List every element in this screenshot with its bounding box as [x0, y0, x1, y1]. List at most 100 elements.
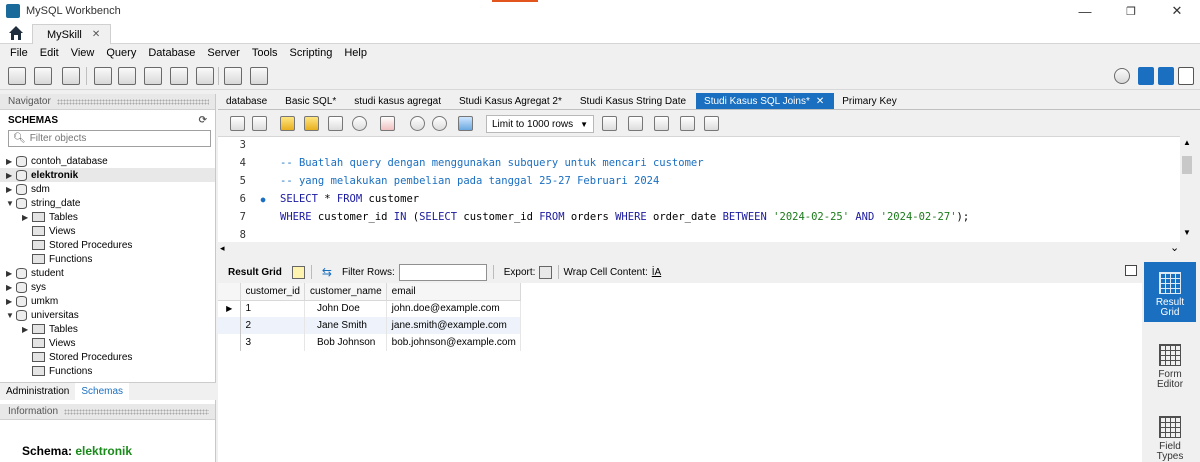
table-cell[interactable]: Bob Johnson — [304, 334, 387, 351]
rollback-icon[interactable] — [432, 116, 447, 131]
tab-schemas[interactable]: Schemas — [75, 383, 130, 400]
new-sql-tab-icon[interactable] — [8, 67, 26, 85]
close-icon[interactable]: ✕ — [92, 29, 100, 40]
invisible-characters-icon[interactable] — [680, 116, 695, 131]
row-selector[interactable]: ▶ — [218, 300, 241, 317]
schema-node[interactable]: ▶ sdm — [0, 182, 215, 196]
minimize-button[interactable]: — — [1062, 0, 1108, 22]
create-procedure-icon[interactable] — [170, 67, 188, 85]
create-table-icon[interactable] — [118, 67, 136, 85]
menu-view[interactable]: View — [65, 47, 101, 59]
editor-horizontal-scrollbar[interactable]: ◂ ⌄ — [218, 242, 1194, 256]
menu-scripting[interactable]: Scripting — [284, 47, 339, 59]
chevron-right-icon[interactable]: ▶ — [6, 157, 14, 166]
commit-icon[interactable] — [410, 116, 425, 131]
schema-folder-node[interactable]: Views — [0, 224, 215, 238]
schema-node[interactable]: ▼ universitas — [0, 308, 215, 322]
table-cell[interactable]: Jane Smith — [304, 317, 387, 334]
schema-node[interactable]: ▶ contoh_database — [0, 154, 215, 168]
table-cell[interactable]: 2 — [240, 317, 305, 334]
add-snippet-icon[interactable] — [602, 116, 617, 131]
chevron-right-icon[interactable]: ▶ — [6, 269, 14, 278]
editor-tab[interactable]: Primary Key — [834, 93, 906, 109]
row-selector[interactable] — [218, 317, 241, 334]
chevron-right-icon[interactable]: ▶ — [6, 185, 14, 194]
connection-tab-myskill[interactable]: MySkill ✕ — [32, 24, 112, 44]
settings-icon[interactable] — [1114, 68, 1130, 84]
save-icon[interactable] — [252, 116, 267, 131]
schema-folder-node[interactable]: Stored Procedures — [0, 238, 215, 252]
autocommit-icon[interactable] — [458, 116, 473, 131]
grid-icon[interactable] — [291, 265, 305, 279]
schema-node[interactable]: ▶ sys — [0, 280, 215, 294]
schema-node[interactable]: ▶ elektronik — [0, 168, 215, 182]
filter-objects-input[interactable] — [29, 133, 210, 144]
scroll-up-icon[interactable]: ▲ — [1183, 138, 1191, 147]
tab-administration[interactable]: Administration — [0, 383, 75, 400]
table-cell[interactable]: 1 — [240, 300, 305, 317]
close-window-button[interactable]: ✕ — [1154, 0, 1200, 22]
table-row[interactable]: 2 Jane Smith jane.smith@example.com — [218, 317, 521, 334]
scroll-right-icon[interactable]: ⌄ — [1170, 241, 1179, 254]
table-cell[interactable]: john.doe@example.com — [386, 300, 521, 317]
create-view-icon[interactable] — [144, 67, 162, 85]
reconnect-icon[interactable] — [250, 67, 268, 85]
inspector-icon[interactable] — [62, 67, 80, 85]
schema-folder-node[interactable]: Views — [0, 336, 215, 350]
execute-icon[interactable] — [280, 116, 295, 131]
explain-icon[interactable] — [328, 116, 343, 131]
schema-folder-node[interactable]: Stored Procedures — [0, 350, 215, 364]
side-panel-button[interactable]: Form Editor — [1144, 334, 1196, 394]
wrap-cell-icon[interactable]: İA — [652, 267, 661, 278]
toggle-sidebar-icon[interactable] — [1138, 67, 1154, 85]
column-header[interactable]: customer_name — [304, 283, 387, 301]
chevron-right-icon[interactable]: ▶ — [6, 283, 14, 292]
open-sql-script-icon[interactable] — [34, 67, 52, 85]
menu-file[interactable]: File — [4, 47, 34, 59]
editor-tab[interactable]: Studi Kasus String Date — [572, 93, 696, 109]
panel-grip[interactable] — [56, 98, 209, 105]
sql-editor[interactable]: 3 4 -- Buatlah query dengan menggunakan su… — [218, 136, 1194, 242]
search-table-data-icon[interactable] — [224, 67, 242, 85]
panel-grip[interactable] — [64, 408, 209, 415]
menu-help[interactable]: Help — [338, 47, 373, 59]
chevron-right-icon[interactable]: ▶ — [6, 297, 14, 306]
limit-rows-select[interactable]: Limit to 1000 rows ▼ — [486, 115, 594, 133]
chevron-down-icon[interactable]: ▼ — [6, 199, 14, 208]
create-schema-icon[interactable] — [94, 67, 112, 85]
table-cell[interactable]: 3 — [240, 334, 305, 351]
toggle-result-panel-icon[interactable] — [1125, 265, 1137, 276]
schema-folder-node[interactable]: ▶ Tables — [0, 322, 215, 336]
table-row[interactable]: ▶ 1 John Doe john.doe@example.com — [218, 300, 521, 317]
menu-tools[interactable]: Tools — [246, 47, 284, 59]
word-wrap-icon[interactable] — [704, 116, 719, 131]
table-cell[interactable]: jane.smith@example.com — [386, 317, 521, 334]
close-icon[interactable]: ✕ — [816, 96, 824, 107]
chevron-right-icon[interactable]: ▶ — [22, 213, 30, 222]
schema-folder-node[interactable]: ▶ Tables — [0, 210, 215, 224]
refresh-icon[interactable]: ⟳ — [199, 115, 207, 126]
open-file-icon[interactable] — [230, 116, 245, 131]
menu-edit[interactable]: Edit — [34, 47, 65, 59]
stop-icon[interactable] — [352, 116, 367, 131]
execute-statement-icon[interactable] — [304, 116, 319, 131]
editor-tab[interactable]: studi kasus agregat — [346, 93, 451, 109]
editor-tab[interactable]: Basic SQL* — [277, 93, 346, 109]
schema-node[interactable]: ▶ student — [0, 266, 215, 280]
schema-node[interactable]: ▼ string_date — [0, 196, 215, 210]
chevron-down-icon[interactable]: ▼ — [6, 311, 14, 320]
table-cell[interactable]: bob.johnson@example.com — [386, 334, 521, 351]
editor-tab[interactable]: Studi Kasus SQL Joins* ✕ — [696, 93, 835, 109]
beautify-icon[interactable] — [628, 116, 643, 131]
chevron-right-icon[interactable]: ▶ — [6, 171, 14, 180]
scrollbar-thumb[interactable] — [1182, 156, 1192, 174]
editor-tab[interactable]: Studi Kasus Agregat 2* — [451, 93, 572, 109]
editor-tab[interactable]: database — [218, 93, 277, 109]
side-panel-button[interactable]: Result Grid — [1144, 262, 1196, 322]
menu-query[interactable]: Query — [100, 47, 142, 59]
toggle-output-icon[interactable] — [1158, 67, 1174, 85]
schema-node[interactable]: ▶ umkm — [0, 294, 215, 308]
scroll-down-icon[interactable]: ▼ — [1183, 228, 1191, 237]
find-icon[interactable] — [654, 116, 669, 131]
filter-rows-input[interactable] — [398, 263, 487, 281]
